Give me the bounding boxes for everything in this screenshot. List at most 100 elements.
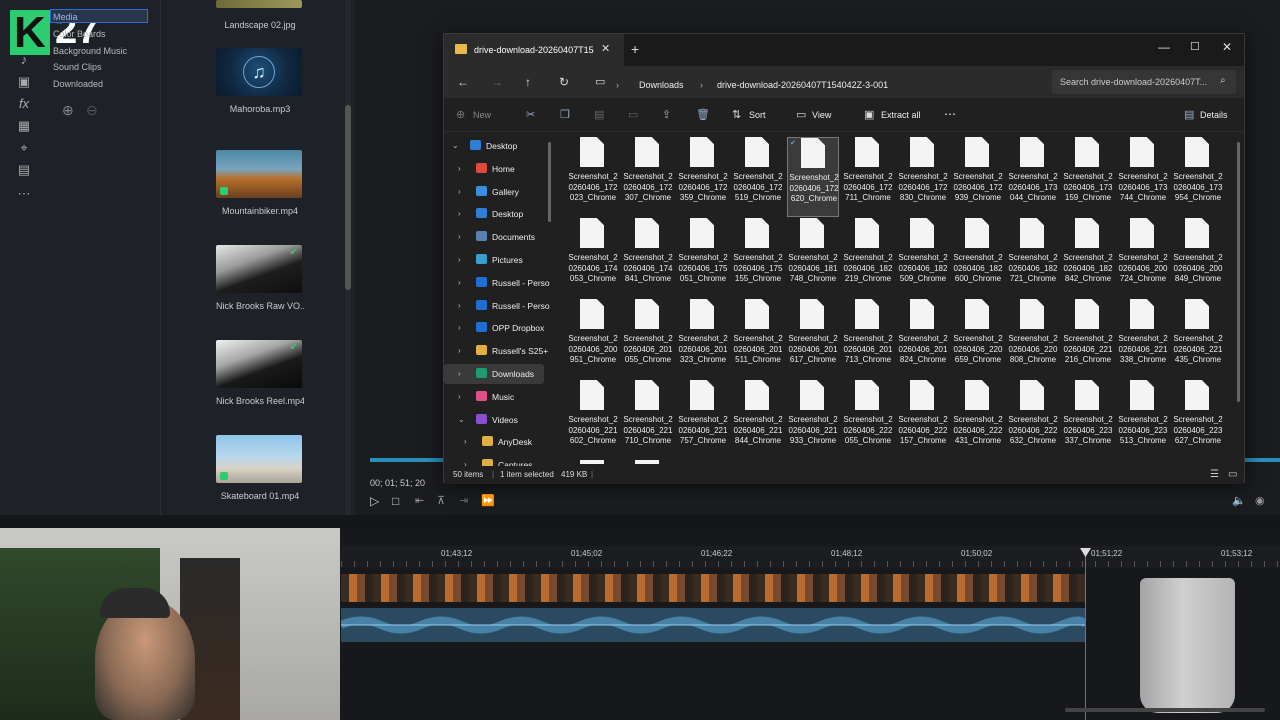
tree-item-videos[interactable]: ⌄ Videos [444,410,544,430]
media-item[interactable]: Skateboard 01.mp4 [216,435,304,501]
extract-icon[interactable]: ▣ [864,108,874,121]
timeline-scrollbar[interactable] [1065,708,1265,712]
video-clip[interactable] [341,574,1086,602]
breadcrumb-downloads[interactable]: Downloads [639,80,684,90]
file-item[interactable]: Screenshot_20260406_221602_Chrome [567,380,619,460]
file-item[interactable]: Screenshot_20260406_182509_Chrome [897,218,949,298]
checkbox-icon[interactable]: ✔ [790,139,796,147]
cut-icon[interactable]: ✂ [526,108,535,121]
file-item[interactable]: Screenshot_20260406_222431_Chrome [952,380,1004,460]
file-item[interactable]: Screenshot_20260406_201511_Chrome [732,299,784,379]
playhead[interactable] [1085,550,1086,720]
remove-icon[interactable]: ⊖ [86,102,98,119]
file-item[interactable]: Screenshot_20260406_222632_Chrome [1007,380,1059,460]
file-item[interactable]: Screenshot_20260406_222055_Chrome [842,380,894,460]
file-item[interactable]: Screenshot_20260406_221757_Chrome [677,380,729,460]
file-item[interactable]: Screenshot_20260406_174053_Chrome [567,218,619,298]
new-tab-icon[interactable]: + [631,41,639,57]
new-button[interactable]: New [473,110,491,120]
file-item[interactable]: Screenshot_20260406_175051_Chrome [677,218,729,298]
chevron-right-icon[interactable]: › [458,209,461,218]
file-item[interactable]: Screenshot_20260406_223513_Chrome [1117,380,1169,460]
template-icon[interactable]: ▤ [16,162,32,178]
nav-item-background-music[interactable]: Background Music [53,46,127,56]
details-button[interactable]: Details [1200,110,1228,120]
media-scrollbar-thumb[interactable] [345,105,351,290]
file-item[interactable]: Screenshot_20260406_220659_Chrome [952,299,1004,379]
file-item[interactable]: Screenshot_20260406_173044_Chrome [1007,137,1059,217]
file-item[interactable]: Screenshot_20260406_182600_Chrome [952,218,1004,298]
grid-scrollbar[interactable] [1237,142,1240,402]
previous-frame-icon[interactable]: ⇤ [415,494,424,507]
chevron-right-icon[interactable]: › [458,232,461,241]
tree-item-documents[interactable]: › Documents [444,227,544,247]
transition-icon[interactable]: ⌖ [16,140,32,156]
tree-scrollbar[interactable] [548,142,551,222]
chevron-down-icon[interactable]: ⌄ [452,141,459,150]
view-icon[interactable]: ▭ [796,108,806,121]
file-item[interactable]: Screenshot_20260406_221844_Chrome [732,380,784,460]
stop-icon[interactable]: □ [392,494,399,508]
tree-item-anydesk[interactable]: › AnyDesk [444,432,544,452]
file-item[interactable]: Screenshot_20260406_172939_Chrome [952,137,1004,217]
delete-icon[interactable]: 🗑 [696,108,710,121]
chevron-right-icon[interactable]: › [464,437,467,446]
marker-icon[interactable]: ⊼ [437,494,445,507]
tree-item-downloads[interactable]: › Downloads [444,364,544,384]
file-item[interactable]: Screenshot_20260406_221435_Chrome [1172,299,1224,379]
file-item[interactable]: Screenshot_20260406_182219_Chrome [842,218,894,298]
file-item[interactable]: Screenshot_20260406_201055_Chrome [622,299,674,379]
tree-item-russell-perso[interactable]: › Russell - Perso [444,296,550,316]
file-item[interactable]: Screenshot_20260406_172359_Chrome [677,137,729,217]
file-item[interactable]: Screenshot_20260406_200724_Chrome [1117,218,1169,298]
file-item[interactable]: Screenshot_20260406_201617_Chrome [787,299,839,379]
tree-item-music[interactable]: › Music [444,387,544,407]
file-item[interactable]: Screenshot_20260406_182721_Chrome [1007,218,1059,298]
file-item[interactable]: Screenshot_20260406_221933_Chrome [787,380,839,460]
up-icon[interactable]: ↑ [525,75,531,89]
close-tab-icon[interactable]: ✕ [601,42,610,55]
next-frame-icon[interactable]: ⇥ [459,494,468,507]
chevron-down-icon[interactable]: ⌄ [458,415,465,424]
file-item[interactable]: Screenshot_20260406_172830_Chrome [897,137,949,217]
chevron-right-icon[interactable]: › [458,392,461,401]
details-icon[interactable]: ▤ [1184,108,1194,121]
media-item[interactable]: ✔ Nick Brooks Reel.mp4 [216,340,304,406]
media-icon[interactable]: ▣ [16,74,32,90]
file-item[interactable]: Screenshot_20260406_200849_Chrome [1172,218,1224,298]
nav-item-downloaded[interactable]: Downloaded [53,79,103,89]
file-item[interactable]: Screenshot_20260406_181748_Chrome [787,218,839,298]
file-item[interactable]: Screenshot_20260406_173744_Chrome [1117,137,1169,217]
volume-icon[interactable]: 🔈 [1232,494,1246,507]
nav-item-media[interactable]: Media [53,12,78,22]
file-item[interactable]: Screenshot_20260406_223627_Chrome [1172,380,1224,460]
chevron-right-icon[interactable]: › [458,255,461,264]
tree-item-desktop[interactable]: ⌄ Desktop [444,136,544,156]
file-item[interactable]: Screenshot_20260406_182842_Chrome [1062,218,1114,298]
more-icon[interactable]: ⋯ [16,186,32,202]
file-item[interactable]: Screenshot_20260406_172023_Chrome [567,137,619,217]
tiles-view-icon[interactable]: ▭ [1228,469,1237,480]
file-item[interactable]: Screenshot_20260406_223337_Chrome [1062,380,1114,460]
chevron-right-icon[interactable]: › [458,187,461,196]
chevron-right-icon[interactable]: › [458,278,461,287]
image-icon[interactable]: ▦ [16,118,32,134]
file-item[interactable]: Screenshot_20260406_172620_Chrome ✔ [787,137,839,217]
close-window-icon[interactable]: ✕ [1222,40,1232,54]
search-icon[interactable]: ⌕ [1220,75,1226,86]
rename-icon[interactable]: ▭ [628,108,638,121]
file-item[interactable]: Screenshot_20260406_220808_Chrome [1007,299,1059,379]
file-item[interactable]: Screenshot_20260406_222157_Chrome [897,380,949,460]
tree-item-pictures[interactable]: › Pictures [444,250,544,270]
chevron-right-icon[interactable]: › [458,369,461,378]
file-item[interactable]: Screenshot_20260406_201713_Chrome [842,299,894,379]
chevron-right-icon[interactable]: › [458,164,461,173]
tree-item-opp-dropbox[interactable]: › OPP Dropbox [444,318,544,338]
refresh-icon[interactable]: ↻ [559,75,569,89]
tree-item-russell-s-s25-[interactable]: › Russell's S25+ [444,341,548,361]
chevron-right-icon[interactable]: › [458,301,461,310]
play-icon[interactable]: ▷ [370,494,379,508]
snapshot-icon[interactable]: ◉ [1255,494,1265,507]
forward-icon[interactable]: → [491,75,503,89]
file-item[interactable]: Screenshot_20260406_221338_Chrome [1117,299,1169,379]
